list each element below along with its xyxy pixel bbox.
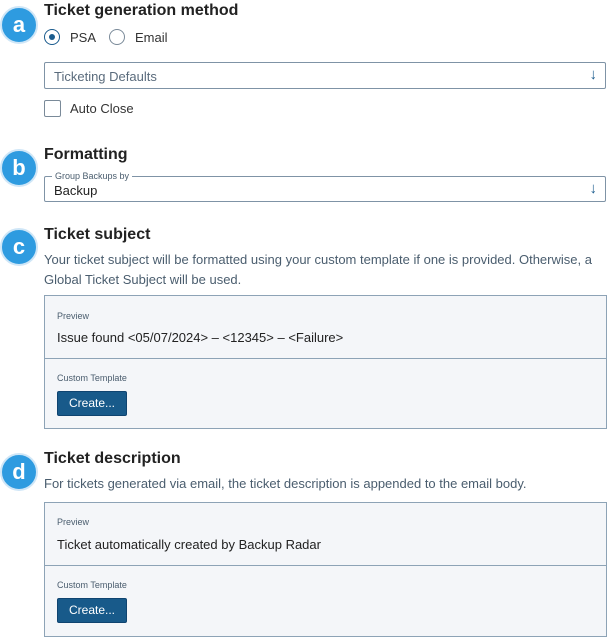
auto-close-label[interactable]: Auto Close — [70, 101, 134, 116]
email-radio-label[interactable]: Email — [135, 30, 168, 45]
section-b-badge: b — [0, 149, 38, 187]
group-backups-select[interactable]: Group Backups by Backup ↓ — [44, 170, 606, 202]
description-template-section: Custom Template Create... — [45, 565, 606, 637]
subject-create-button[interactable]: Create... — [57, 391, 128, 416]
group-backups-label: Group Backups by — [52, 170, 133, 182]
description-template-label: Custom Template — [57, 580, 127, 590]
ticket-description-text: For tickets generated via email, the tic… — [44, 476, 527, 491]
subject-template-section: Custom Template Create... — [45, 358, 606, 428]
auto-close-checkbox[interactable] — [44, 100, 61, 117]
description-preview-label: Preview — [57, 517, 90, 527]
section-a-badge: a — [0, 6, 38, 44]
subject-preview-value: Issue found <05/07/2024> – <12345> – <Fa… — [57, 330, 344, 345]
ticket-subject-description: Your ticket subject will be formatted us… — [44, 252, 592, 287]
ticket-subject-panel: Preview Issue found <05/07/2024> – <1234… — [44, 295, 607, 429]
ticket-description-panel: Preview Ticket automatically created by … — [44, 502, 607, 637]
section-c-badge: c — [0, 228, 38, 266]
subject-template-label: Custom Template — [57, 373, 127, 383]
psa-radio[interactable] — [44, 29, 60, 45]
subject-preview-section: Preview Issue found <05/07/2024> – <1234… — [45, 296, 606, 358]
subject-preview-label: Preview — [57, 311, 90, 321]
arrow-down-icon: ↓ — [589, 180, 598, 197]
psa-radio-label[interactable]: PSA — [70, 30, 96, 45]
description-preview-value: Ticket automatically created by Backup R… — [57, 537, 321, 552]
email-radio[interactable] — [109, 29, 126, 45]
section-d-badge: d — [0, 453, 38, 491]
arrow-down-icon: ↓ — [589, 66, 598, 83]
ticket-description-heading: Ticket description — [44, 450, 181, 467]
formatting-heading: Formatting — [44, 146, 128, 163]
group-backups-value: Backup — [54, 183, 98, 198]
generation-method-radio-group: PSA Email — [44, 29, 181, 45]
ticketing-defaults-select[interactable]: Ticketing Defaults ↓ — [44, 62, 606, 89]
ticket-subject-heading: Ticket subject — [44, 226, 151, 243]
ticket-generation-heading: Ticket generation method — [44, 2, 239, 19]
ticketing-defaults-value: Ticketing Defaults — [54, 69, 157, 84]
description-create-button[interactable]: Create... — [57, 598, 128, 623]
description-preview-section: Preview Ticket automatically created by … — [45, 503, 606, 565]
